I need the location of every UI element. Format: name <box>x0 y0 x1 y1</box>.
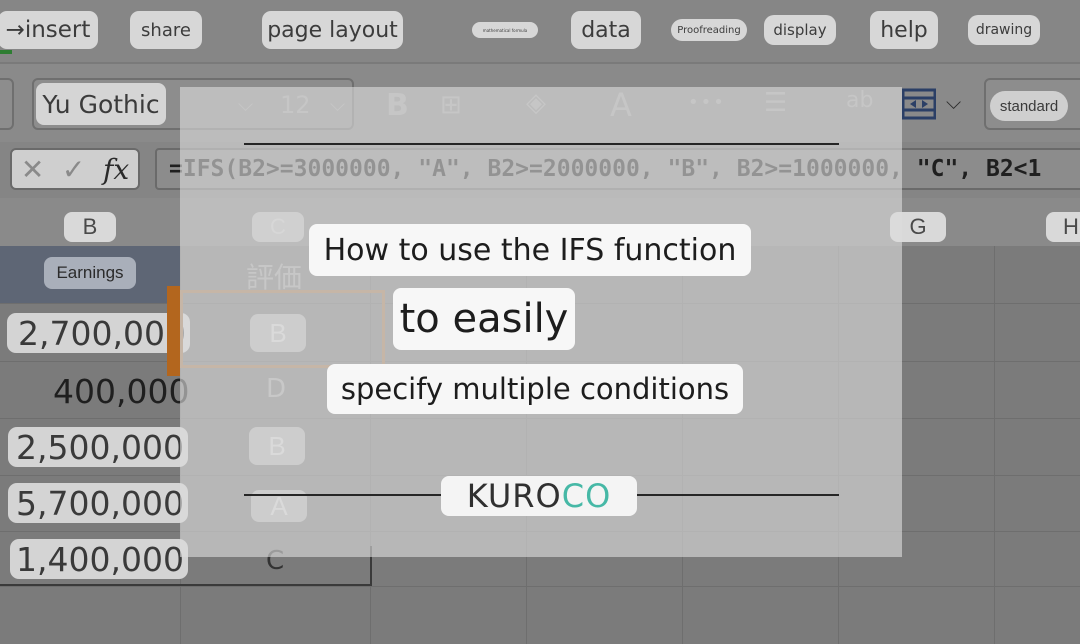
tab-proofreading[interactable]: Proofreading <box>671 19 747 41</box>
toolbar-left-group[interactable] <box>0 78 14 130</box>
tab-formulas[interactable]: mathematical formula <box>472 22 538 38</box>
earnings-cell[interactable]: 5,700,000 <box>8 483 188 523</box>
earnings-cell[interactable]: 2,500,000 <box>8 427 188 467</box>
tab-share[interactable]: share <box>130 11 202 49</box>
tab-data[interactable]: data <box>571 11 641 49</box>
tab-insert[interactable]: →insert <box>0 11 98 49</box>
earnings-cell[interactable]: 400,000 <box>53 372 189 411</box>
merge-cells-icon[interactable] <box>902 88 936 120</box>
column-header-b[interactable]: B <box>64 212 116 242</box>
title-line-1: How to use the IFS function <box>309 224 751 276</box>
title-line-2: to easily <box>393 288 575 350</box>
font-name-dropdown[interactable]: Yu Gothic <box>36 83 166 125</box>
selection-handle[interactable] <box>167 286 180 376</box>
insert-function-icon[interactable]: fx <box>103 153 129 186</box>
kuroco-logo: KURO CO <box>441 476 637 516</box>
number-format-dropdown[interactable]: standard <box>990 91 1068 121</box>
logo-text-co: CO <box>561 477 612 515</box>
active-tab-indicator <box>0 50 12 54</box>
table-bottom-border <box>0 584 372 586</box>
tab-help[interactable]: help <box>870 11 938 49</box>
earnings-cell[interactable]: 2,700,000 <box>7 313 190 353</box>
tab-page-layout[interactable]: page layout <box>262 11 403 49</box>
ribbon-tabs: →insert share page layout mathematical f… <box>0 0 1080 62</box>
divider-line <box>244 494 441 496</box>
cancel-icon[interactable]: ✕ <box>21 153 44 186</box>
confirm-icon[interactable]: ✓ <box>62 153 85 186</box>
formula-buttons: ✕ ✓ fx <box>10 148 140 190</box>
earnings-header-cell[interactable]: Earnings <box>44 257 136 289</box>
tab-display[interactable]: display <box>764 15 836 45</box>
title-line-3: specify multiple conditions <box>327 364 743 414</box>
divider-line <box>637 494 839 496</box>
chevron-down-icon[interactable]: ⌵ <box>946 92 961 115</box>
logo-text-kuro: KURO <box>466 477 562 515</box>
tab-drawing[interactable]: drawing <box>968 15 1040 45</box>
column-header-h[interactable]: H <box>1046 212 1080 242</box>
divider-line <box>244 143 839 145</box>
earnings-cell[interactable]: 1,400,000 <box>10 539 188 579</box>
